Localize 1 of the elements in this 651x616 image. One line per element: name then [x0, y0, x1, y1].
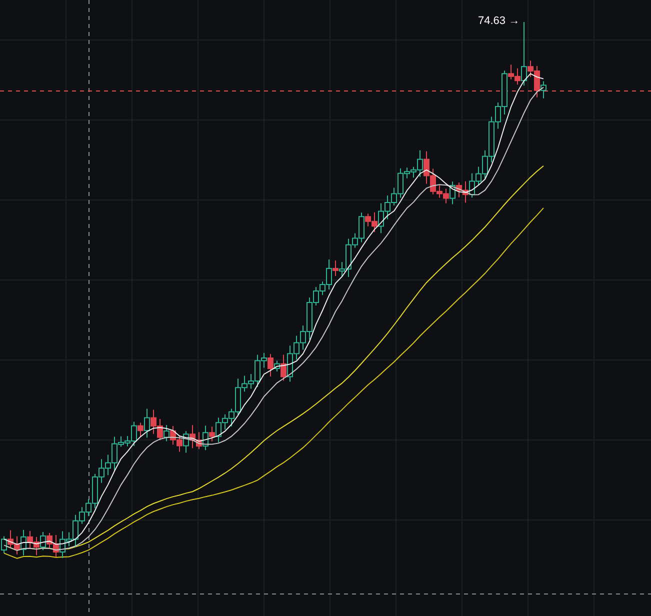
high-price-label: 74.63 → [478, 14, 520, 29]
